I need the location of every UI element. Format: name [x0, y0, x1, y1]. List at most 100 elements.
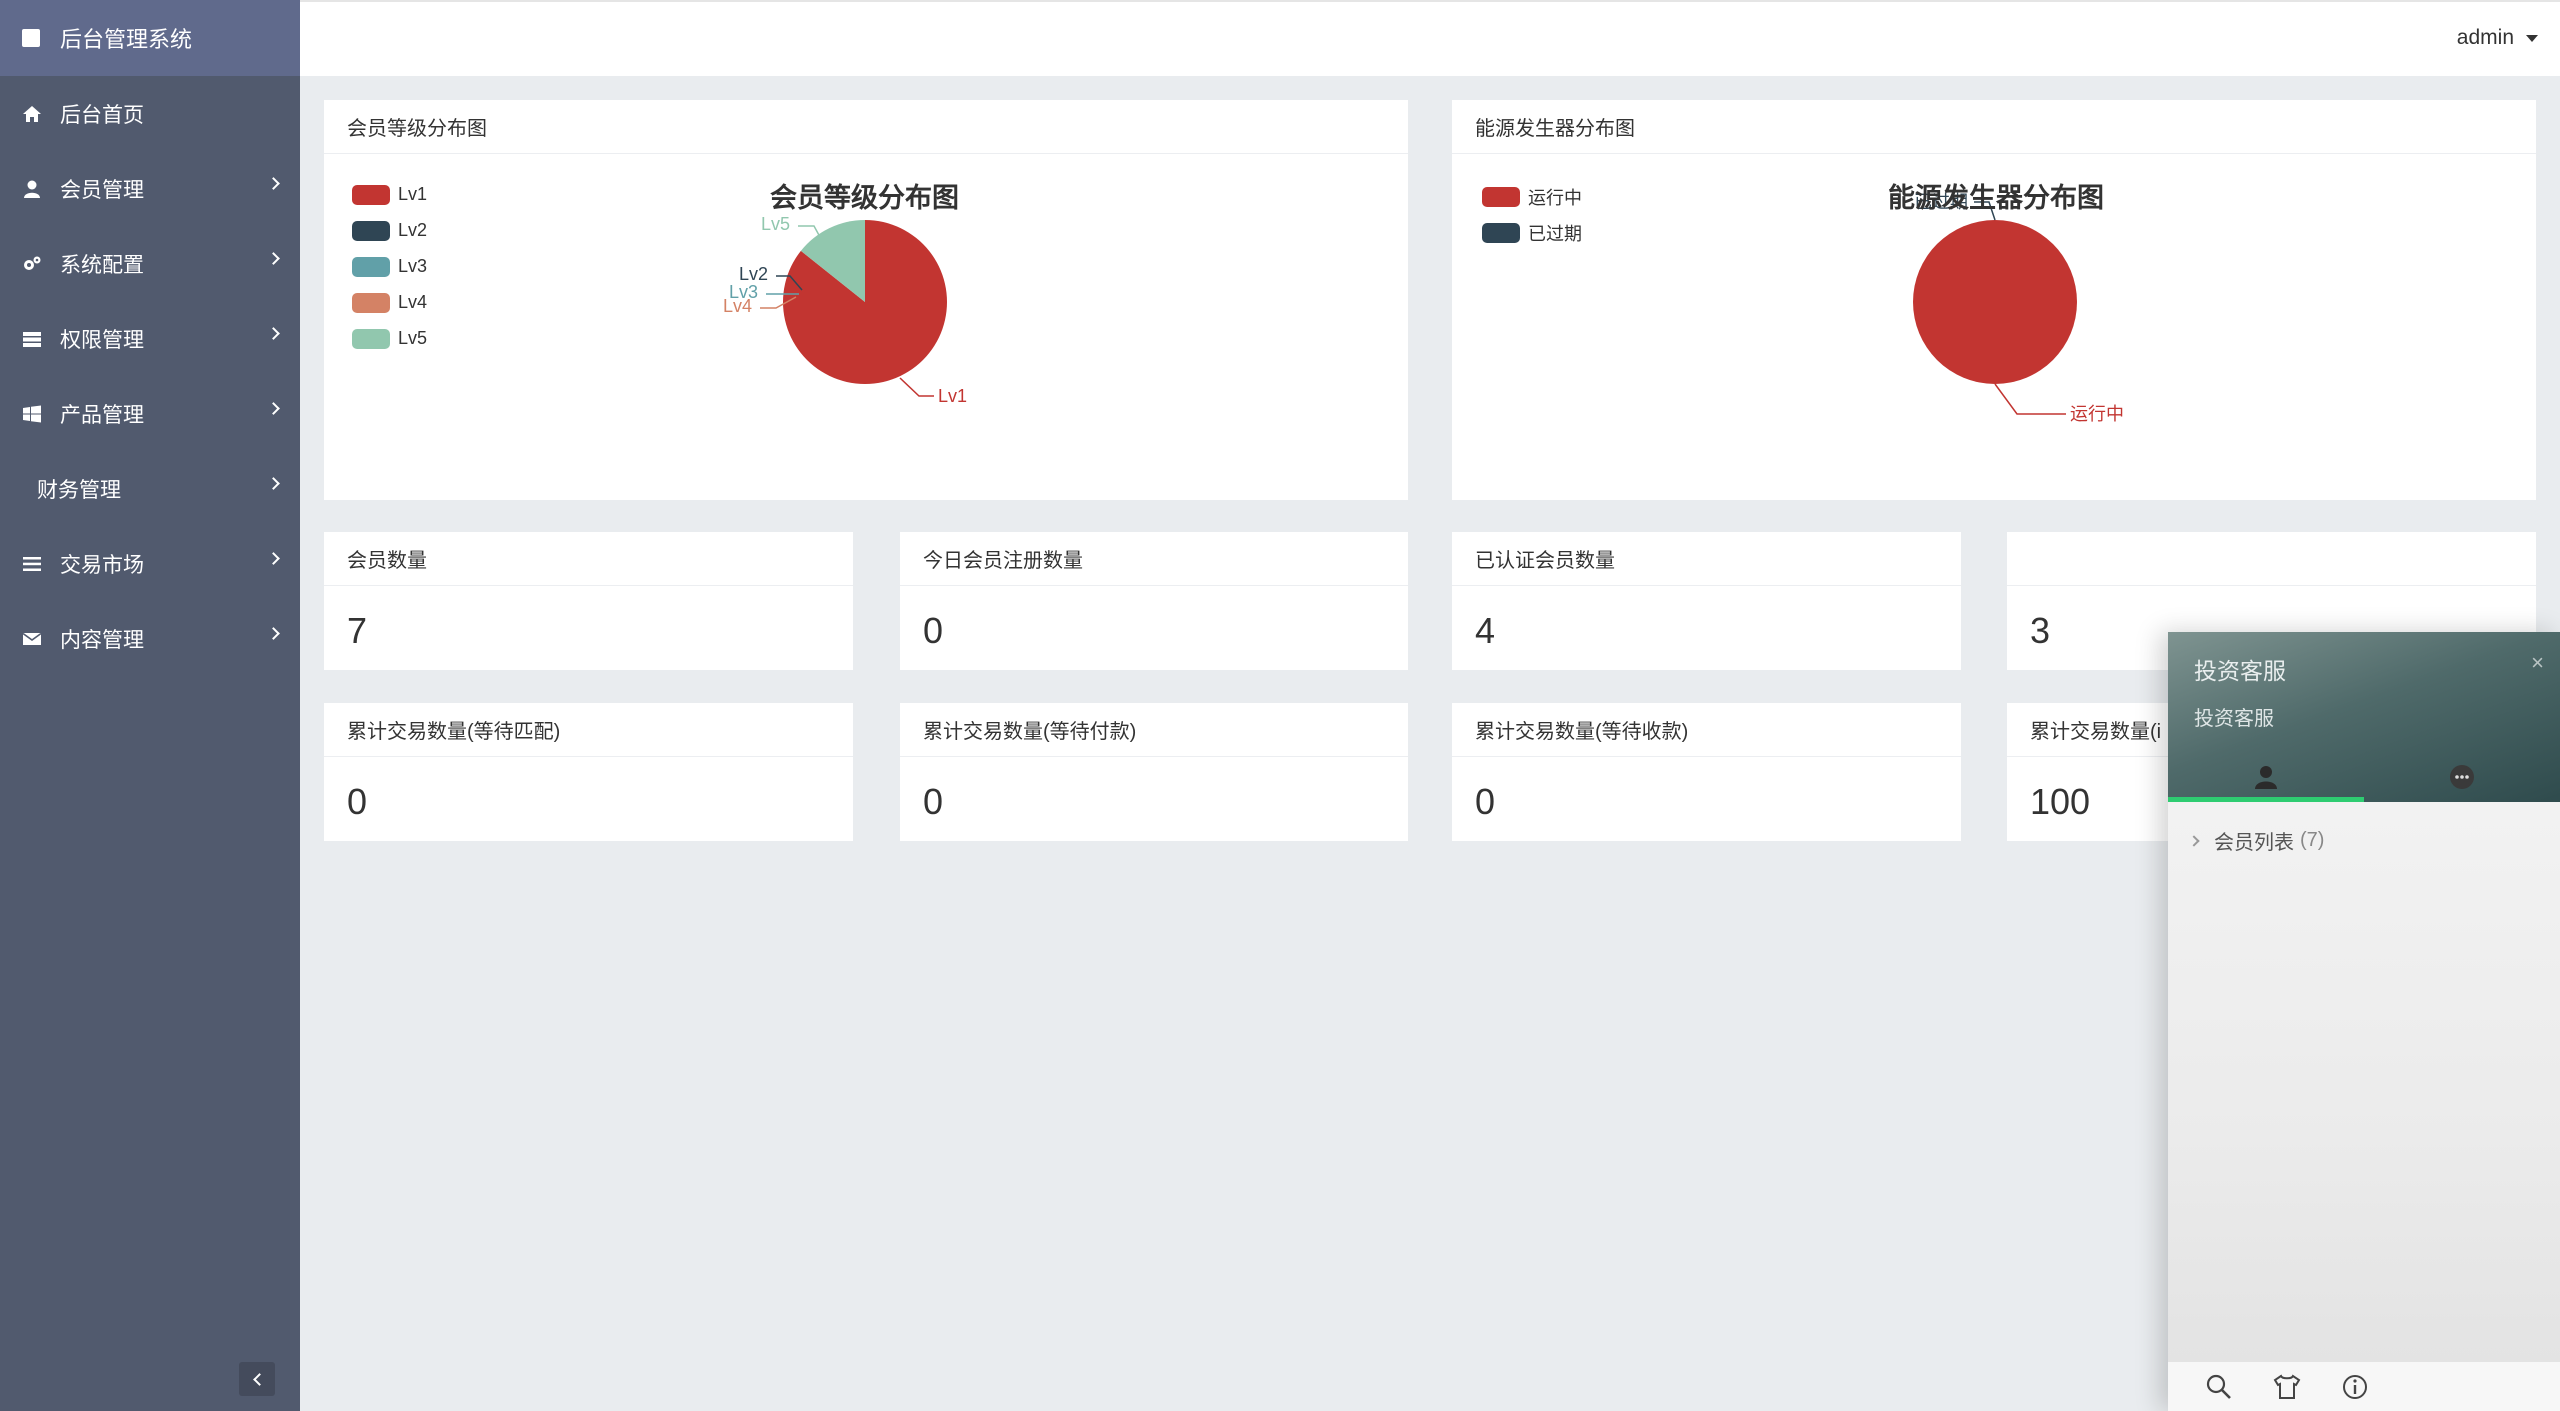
- sidebar-item-label: 产品管理: [60, 403, 144, 427]
- sidebar-item-label: 财务管理: [37, 478, 121, 502]
- legend-item[interactable]: 运行中: [1482, 184, 1582, 210]
- username: admin: [2456, 26, 2514, 49]
- chat-subtitle: 投资客服: [2194, 708, 2274, 730]
- stat-value: 0: [347, 781, 368, 822]
- sidebar-item-permissions[interactable]: 权限管理: [0, 301, 300, 376]
- sidebar-collapse-button[interactable]: [239, 1362, 275, 1396]
- user-icon: [2255, 766, 2277, 789]
- pie-label: Lv1: [938, 386, 967, 406]
- chevron-right-icon: [267, 552, 280, 565]
- chat-footer-toolbar: [2168, 1361, 2560, 1411]
- sidebar-item-label: 系统配置: [60, 253, 144, 277]
- legend-label: Lv4: [398, 292, 428, 312]
- sidebar-item-system-config[interactable]: 系统配置: [0, 226, 300, 301]
- home-icon: [22, 104, 42, 124]
- sidebar-item-finance[interactable]: 财务管理: [0, 451, 300, 526]
- stat-label: 累计交易数量(等待付款): [900, 703, 1408, 757]
- chevron-right-icon: [267, 477, 280, 490]
- member-list-group[interactable]: 会员列表 (7): [2188, 826, 2325, 855]
- stat-value: 0: [923, 781, 944, 822]
- sidebar-item-members[interactable]: 会员管理: [0, 151, 300, 226]
- sidebar-item-home[interactable]: 后台首页: [0, 76, 300, 151]
- chart-title: 会员等级分布图: [770, 183, 959, 213]
- stat-label: 累计交易数量(等待匹配): [324, 703, 853, 757]
- sidebar-item-label: 交易市场: [60, 553, 144, 577]
- chevron-right-icon: [267, 177, 280, 190]
- legend-item[interactable]: 已过期: [1482, 220, 1582, 246]
- sidebar-item-market[interactable]: 交易市场: [0, 526, 300, 601]
- customer-service-chat-widget: 投资客服 投资客服 × 会员列表 (7): [2168, 632, 2560, 1411]
- brand-square-icon: [22, 29, 40, 47]
- sidebar-item-label: 后台首页: [60, 103, 144, 127]
- legend-swatch: [1482, 223, 1520, 243]
- chat-title: 投资客服: [2194, 658, 2286, 684]
- stat-value: 4: [1475, 610, 1496, 651]
- shirt-icon[interactable]: [2272, 1372, 2302, 1402]
- close-icon[interactable]: ×: [2531, 650, 2544, 676]
- stat-label: [2007, 532, 2536, 586]
- stat-card-verified-members: 已认证会员数量 4: [1452, 532, 1961, 670]
- envelope-icon: [22, 629, 42, 649]
- sidebar-item-content[interactable]: 内容管理: [0, 601, 300, 676]
- sidebar-item-label: 权限管理: [60, 328, 144, 352]
- member-level-chart-panel: 会员等级分布图 Lv1 Lv2 Lv3 Lv4 Lv5 会员等级分布图 Lv1 Lv2 Lv…: [324, 100, 1408, 500]
- legend-item[interactable]: Lv2: [352, 220, 427, 241]
- tab-conversations[interactable]: [2364, 752, 2560, 802]
- info-icon[interactable]: [2340, 1372, 2370, 1402]
- chevron-left-icon: [252, 1372, 266, 1386]
- stat-label: 会员数量: [324, 532, 853, 586]
- legend-swatch: [352, 184, 390, 205]
- chevron-right-icon: [267, 327, 280, 340]
- legend-label: 运行中: [1528, 188, 1582, 208]
- stat-value: 7: [347, 610, 368, 651]
- stat-label: 今日会员注册数量: [900, 532, 1408, 586]
- stat-value: 3: [2030, 610, 2051, 651]
- brand-title: 后台管理系统: [60, 27, 193, 52]
- tab-contacts[interactable]: [2168, 752, 2364, 802]
- brand[interactable]: 后台管理系统: [0, 0, 300, 76]
- pie-label: Lv2: [739, 264, 768, 284]
- legend-swatch: [352, 292, 390, 313]
- legend-item[interactable]: Lv1: [352, 184, 427, 205]
- windows-icon: [22, 404, 42, 424]
- chat-header: 投资客服 投资客服 ×: [2168, 632, 2560, 802]
- stat-value: 100: [2030, 781, 2091, 822]
- user-icon: [22, 179, 42, 199]
- sidebar-item-products[interactable]: 产品管理: [0, 376, 300, 451]
- stat-card-pending-payment: 累计交易数量(等待付款) 0: [900, 703, 1408, 841]
- legend-item[interactable]: Lv3: [352, 256, 427, 277]
- group-count: (7): [2300, 829, 2325, 851]
- chat-tabs: [2168, 752, 2560, 802]
- user-menu[interactable]: admin: [2457, 26, 2538, 50]
- legend-swatch: [1482, 187, 1520, 207]
- caret-down-icon: [2526, 34, 2538, 42]
- cogs-icon: [22, 254, 42, 274]
- chevron-right-icon: [267, 627, 280, 640]
- chart-title: 能源发生器分布图: [1888, 183, 2104, 213]
- stat-card-today-registrations: 今日会员注册数量 0: [900, 532, 1408, 670]
- search-icon[interactable]: [2204, 1372, 2234, 1402]
- legend-item[interactable]: Lv4: [352, 292, 427, 313]
- stat-card-pending-receipt: 累计交易数量(等待收款) 0: [1452, 703, 1961, 841]
- chat-contact-list: 会员列表 (7): [2168, 802, 2560, 1362]
- pie-label: Lv4: [723, 296, 752, 316]
- legend-label: Lv1: [398, 184, 428, 204]
- legend-swatch: [352, 328, 390, 349]
- legend-swatch: [352, 256, 390, 277]
- server-icon: [22, 329, 42, 349]
- legend-item[interactable]: Lv5: [352, 328, 427, 349]
- legend-label: Lv5: [398, 328, 428, 348]
- pie-slice[interactable]: [1913, 220, 2077, 384]
- pie-label: Lv5: [761, 214, 790, 234]
- stat-label: 已认证会员数量: [1452, 532, 1961, 586]
- list-icon: [22, 554, 42, 574]
- legend-label: Lv3: [398, 256, 428, 276]
- pie-label: 运行中: [2070, 404, 2124, 424]
- panel-title: 能源发生器分布图: [1452, 100, 2536, 154]
- pie-label-line: [899, 377, 934, 397]
- sidebar: 后台管理系统 后台首页 会员管理 系统配置 权限管理 产品管理 财务管理 交易市…: [0, 0, 300, 1411]
- stat-label: 累计交易数量(等待收款): [1452, 703, 1961, 757]
- generator-chart-panel: 能源发生器分布图 运行中 已过期 能源发生器分布图 运行中 已过期: [1452, 100, 2536, 500]
- pie-label-line: [1994, 383, 2066, 415]
- panel-title: 会员等级分布图: [324, 100, 1408, 154]
